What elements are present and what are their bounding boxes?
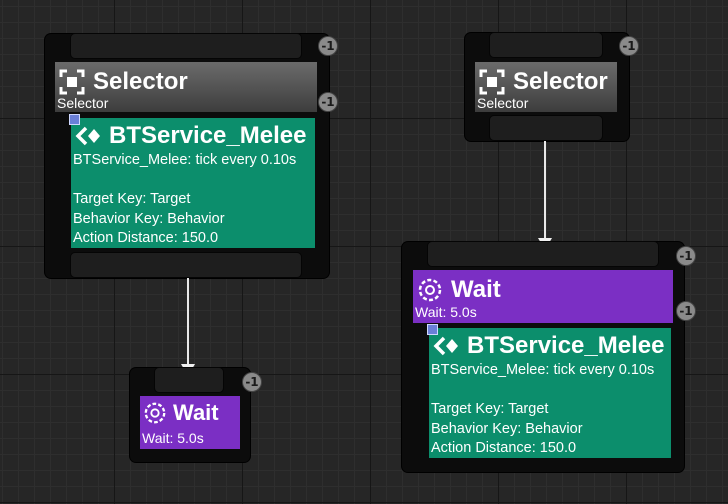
service-marker-icon xyxy=(427,324,438,335)
selector-node-left[interactable]: Selector Selector BTService_Melee BTServ… xyxy=(45,33,329,278)
wait-node-right[interactable]: Wait Wait: 5.0s BTService_Melee BTServic… xyxy=(402,241,684,472)
selector-icon xyxy=(59,69,85,95)
node-title: Wait xyxy=(173,400,219,425)
service-title: BTService_Melee xyxy=(467,332,665,359)
service-marker-icon xyxy=(69,114,80,125)
selector-header[interactable]: Selector Selector xyxy=(475,62,617,112)
wait-clock-icon xyxy=(144,402,166,424)
input-pin[interactable] xyxy=(70,33,302,59)
output-pin[interactable] xyxy=(70,252,302,278)
input-pin[interactable] xyxy=(489,32,603,58)
action-distance: Action Distance: 150.0 xyxy=(73,230,219,246)
node-subtitle: Selector xyxy=(477,95,529,111)
connection-wire xyxy=(187,278,189,366)
execution-index-badge: -1 xyxy=(242,372,262,392)
wait-node-left[interactable]: Wait Wait: 5.0s xyxy=(130,367,250,462)
service-decorator[interactable]: BTService_Melee BTService_Melee: tick ev… xyxy=(71,118,315,248)
wait-header[interactable]: Wait Wait: 5.0s xyxy=(140,396,240,449)
selector-node-right[interactable]: Selector Selector xyxy=(465,32,629,141)
connection-wire xyxy=(544,141,546,241)
behavior-key: Behavior Key: Behavior xyxy=(431,420,583,437)
execution-index-badge: -1 xyxy=(318,92,338,112)
node-subtitle: Wait: 5.0s xyxy=(415,304,477,320)
execution-index-badge: -1 xyxy=(619,36,639,56)
execution-index-badge: -1 xyxy=(676,301,696,321)
output-pin[interactable] xyxy=(489,115,603,141)
service-decorator[interactable]: BTService_Melee BTService_Melee: tick ev… xyxy=(429,328,671,458)
service-icon xyxy=(75,126,100,146)
node-title: Wait xyxy=(451,276,501,303)
execution-index-badge: -1 xyxy=(318,36,338,56)
node-title: Selector xyxy=(93,68,188,95)
target-key: Target Key: Target xyxy=(431,401,549,417)
service-desc: BTService_Melee: tick every 0.10s xyxy=(431,362,655,378)
target-key: Target Key: Target xyxy=(73,191,191,207)
service-title: BTService_Melee xyxy=(109,122,307,149)
service-desc: BTService_Melee: tick every 0.10s xyxy=(73,152,297,168)
wait-header[interactable]: Wait Wait: 5.0s xyxy=(413,270,673,323)
node-subtitle: Selector xyxy=(57,95,109,111)
service-details: BTService_Melee: tick every 0.10s Target… xyxy=(73,151,296,249)
service-icon xyxy=(433,336,458,356)
selector-header[interactable]: Selector Selector xyxy=(55,62,317,112)
action-distance: Action Distance: 150.0 xyxy=(431,440,577,456)
input-pin[interactable] xyxy=(154,367,224,393)
node-subtitle: Wait: 5.0s xyxy=(142,430,204,446)
input-pin[interactable] xyxy=(427,241,659,267)
execution-index-badge: -1 xyxy=(676,246,696,266)
service-details: BTService_Melee: tick every 0.10s Target… xyxy=(431,361,654,459)
node-title: Selector xyxy=(513,68,608,95)
behavior-key: Behavior Key: Behavior xyxy=(73,210,225,227)
wait-clock-icon xyxy=(418,278,442,302)
selector-icon xyxy=(479,69,505,95)
